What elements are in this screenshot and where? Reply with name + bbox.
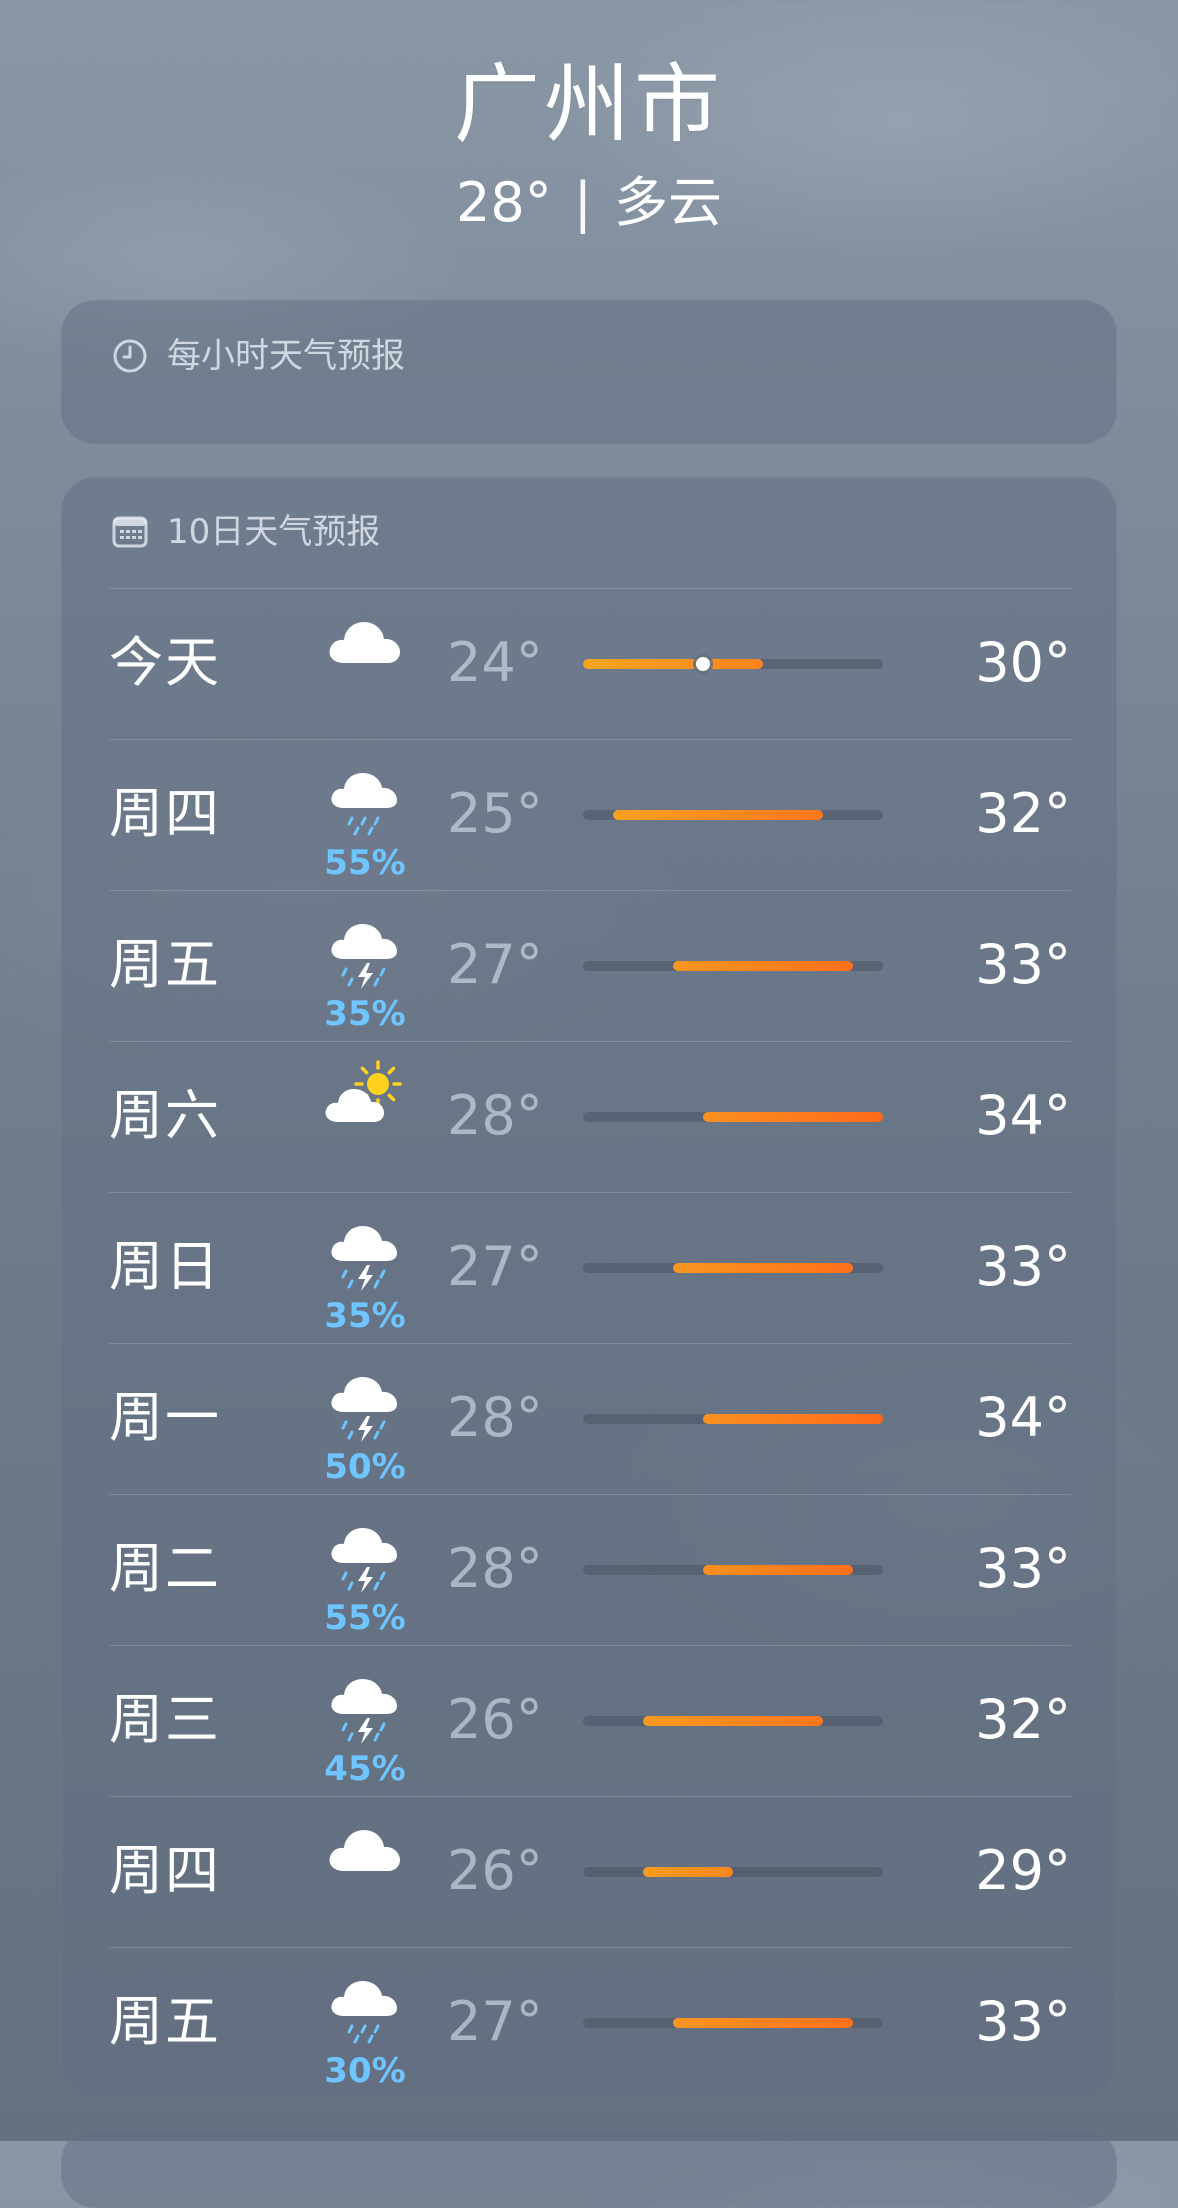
forecast-weather: 50%: [322, 1360, 408, 1484]
forecast-weather: 30%: [322, 1964, 408, 2088]
current-temp: 28°: [456, 171, 552, 234]
high-temp: 33°: [975, 1990, 1071, 2053]
forecast-weather: [322, 1058, 408, 1176]
hourly-forecast-panel[interactable]: 每小时天气预报: [61, 300, 1117, 444]
forecast-row[interactable]: 周六 28° 34°: [109, 1041, 1071, 1193]
forecast-day-label: 周六: [109, 1084, 221, 1147]
high-temp: 33°: [975, 933, 1071, 996]
forecast-row[interactable]: 周四 26° 29°: [109, 1796, 1071, 1948]
precip-chance: 30%: [324, 2051, 406, 2091]
temp-range-fill: [703, 1414, 883, 1424]
forecast-day-label: 周五: [109, 1990, 221, 2053]
temp-range-fill: [613, 810, 823, 820]
high-temp: 32°: [975, 782, 1071, 845]
forecast-row[interactable]: 周二 55% 28° 33°: [109, 1494, 1071, 1646]
precip-chance: 50%: [324, 1447, 406, 1487]
temp-range-bar: [583, 1414, 883, 1424]
temp-range-fill: [673, 2018, 853, 2028]
forecast-day-label: 周一: [109, 1386, 221, 1449]
current-condition: 多云: [613, 171, 722, 234]
forecast-row[interactable]: 周四 55% 25° 32°: [109, 739, 1071, 891]
forecast-weather: 45%: [322, 1662, 408, 1786]
low-temp: 26°: [447, 1688, 543, 1751]
low-temp: 26°: [447, 1839, 543, 1902]
temp-range-bar: [583, 1867, 883, 1877]
temp-range-fill: [643, 1867, 733, 1877]
ten-day-forecast-panel[interactable]: 10日天气预报 今天 24° 30° 周四 55% 25° 32° 周五 35% 27° 33° 周六…: [61, 477, 1117, 2097]
temp-range-bar: [583, 810, 883, 820]
low-temp: 24°: [447, 631, 543, 694]
summary-separator: |: [573, 171, 592, 234]
forecast-day-label: 周二: [109, 1537, 221, 1600]
precip-chance: 35%: [324, 994, 406, 1034]
precip-chance: 55%: [324, 1598, 406, 1638]
low-temp: 28°: [447, 1386, 543, 1449]
low-temp: 28°: [447, 1084, 543, 1147]
high-temp: 33°: [975, 1235, 1071, 1298]
high-temp: 34°: [975, 1386, 1071, 1449]
temp-range-bar: [583, 1716, 883, 1726]
high-temp: 30°: [975, 631, 1071, 694]
low-temp: 25°: [447, 782, 543, 845]
temp-range-fill: [703, 1565, 853, 1575]
forecast-day-label: 周四: [109, 1839, 221, 1902]
temp-range-bar: [583, 961, 883, 971]
forecast-day-label: 周五: [109, 933, 221, 996]
temp-range-bar: [583, 2018, 883, 2028]
forecast-row[interactable]: 今天 24° 30°: [109, 588, 1071, 740]
forecast-row[interactable]: 周三 45% 26° 32°: [109, 1645, 1071, 1797]
forecast-day-label: 周日: [109, 1235, 221, 1298]
forecast-row[interactable]: 周日 35% 27° 33°: [109, 1192, 1071, 1344]
temp-range-fill: [643, 1716, 823, 1726]
forecast-weather: 35%: [322, 1209, 408, 1333]
forecast-row[interactable]: 周五 35% 27° 33°: [109, 890, 1071, 1042]
high-temp: 29°: [975, 1839, 1071, 1902]
clock-icon: [111, 337, 149, 375]
ten-day-forecast-title: 10日天气预报: [111, 510, 380, 554]
forecast-weather: [322, 1813, 408, 1931]
forecast-day-label: 周三: [109, 1688, 221, 1751]
temp-range-bar: [583, 1112, 883, 1122]
precip-chance: 55%: [324, 843, 406, 883]
forecast-weather: [322, 605, 408, 723]
high-temp: 32°: [975, 1688, 1071, 1751]
city-name: 广州市: [454, 55, 724, 155]
forecast-row[interactable]: 周一 50% 28° 34°: [109, 1343, 1071, 1495]
temp-range-bar: [583, 1263, 883, 1273]
temp-range-fill: [673, 961, 853, 971]
high-temp: 33°: [975, 1537, 1071, 1600]
ten-day-forecast-label: 10日天气预报: [167, 512, 381, 552]
high-temp: 34°: [975, 1084, 1071, 1147]
temp-range-fill: [583, 659, 763, 669]
low-temp: 27°: [447, 1990, 543, 2053]
next-panel-edge[interactable]: [61, 2128, 1117, 2208]
forecast-weather: 35%: [322, 907, 408, 1031]
temp-range-fill: [703, 1112, 883, 1122]
temp-range-fill: [673, 1263, 853, 1273]
low-temp: 27°: [447, 933, 543, 996]
hourly-forecast-title: 每小时天气预报: [111, 334, 405, 378]
forecast-weather: 55%: [322, 756, 408, 880]
forecast-row[interactable]: 周五 30% 27° 33°: [109, 1947, 1071, 2099]
precip-chance: 45%: [324, 1749, 406, 1789]
temp-range-bar: [583, 657, 883, 671]
low-temp: 28°: [447, 1537, 543, 1600]
current-summary: 28° | 多云: [0, 168, 1178, 238]
precip-chance: 35%: [324, 1296, 406, 1336]
temp-range-bar: [583, 1565, 883, 1575]
hourly-forecast-label: 每小时天气预报: [167, 336, 405, 376]
current-temp-indicator: [696, 657, 710, 671]
forecast-day-label: 周四: [109, 782, 221, 845]
low-temp: 27°: [447, 1235, 543, 1298]
forecast-weather: 55%: [322, 1511, 408, 1635]
forecast-day-label: 今天: [109, 631, 221, 694]
calendar-icon: [111, 513, 149, 551]
